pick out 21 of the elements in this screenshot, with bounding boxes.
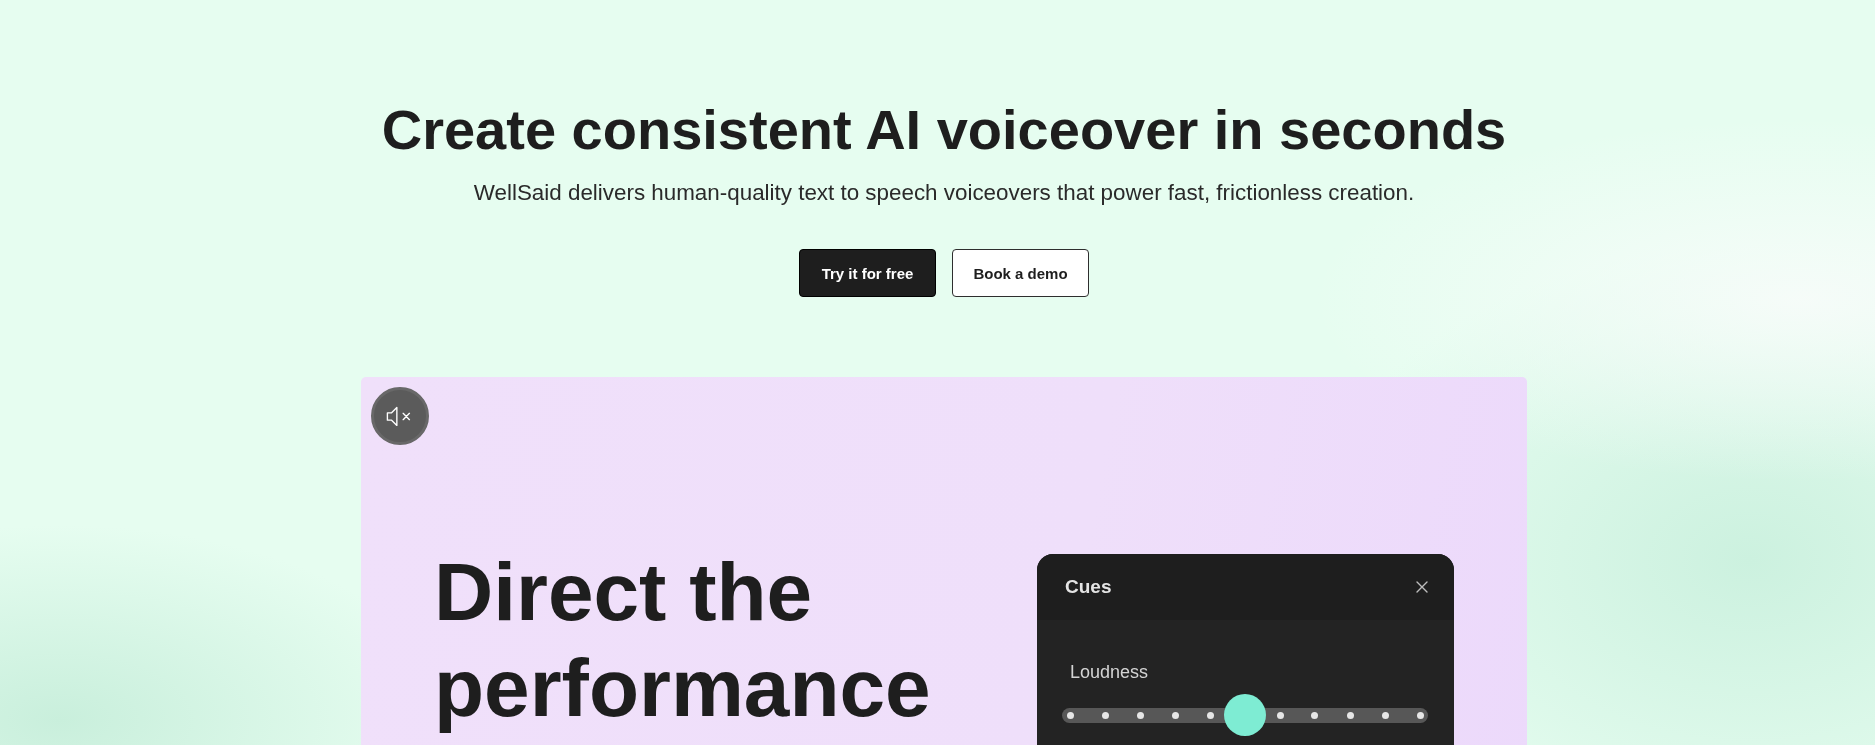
slider-thumb[interactable]	[1224, 694, 1266, 736]
slider-label: Loudness	[1069, 661, 1150, 684]
mute-button[interactable]	[371, 387, 429, 445]
step-dot-icon	[1101, 712, 1109, 719]
step-dot-icon	[1311, 712, 1319, 719]
video-headline: Direct the performance	[434, 545, 932, 735]
primary-cta-button[interactable]: Try it for free	[799, 249, 936, 297]
step-dot-icon	[1066, 712, 1074, 719]
panel-title: Cues	[1065, 576, 1112, 598]
step-dot-icon	[1381, 712, 1389, 719]
step-dot-icon	[1276, 712, 1284, 719]
step-dot-icon	[1416, 712, 1424, 719]
step-dot-icon	[1206, 712, 1214, 719]
slider-track[interactable]	[1062, 694, 1428, 736]
step-dot-icon	[1346, 712, 1354, 719]
step-dot-icon	[1136, 712, 1144, 719]
close-icon	[1416, 581, 1428, 593]
hero-title: Create consistent AI voiceover in seconds	[381, 97, 1507, 163]
secondary-cta-button[interactable]: Book a demo	[952, 249, 1089, 297]
step-dot-icon	[1171, 712, 1179, 719]
hero-subtitle: WellSaid delivers human-quality text to speech voiceovers that power fast, frictionless creation.	[473, 179, 1415, 207]
